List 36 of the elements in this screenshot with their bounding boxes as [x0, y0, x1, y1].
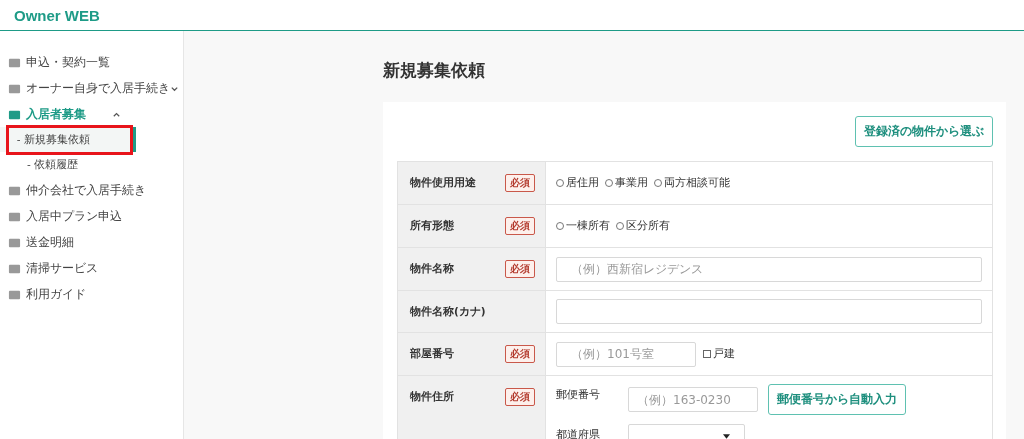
- required-badge: 必須: [505, 217, 535, 235]
- radio-option[interactable]: 居住用: [556, 176, 599, 190]
- sidebar-item[interactable]: 入居中プラン申込: [0, 203, 183, 229]
- sidebar-item[interactable]: 利用ガイド: [0, 281, 183, 307]
- required-badge: 必須: [505, 388, 535, 406]
- sidebar-item[interactable]: オーナー自身で入居手続き: [0, 75, 183, 101]
- sidebar-subitem[interactable]: - 新規募集依頼: [5, 124, 133, 155]
- required-badge: 必須: [505, 345, 535, 363]
- field-label: 所有形態: [410, 218, 454, 233]
- required-badge: 必須: [505, 260, 535, 278]
- autofill-button[interactable]: 郵便番号から自動入力: [768, 384, 906, 415]
- text-field[interactable]: [556, 299, 982, 324]
- text-field[interactable]: （例）西新宿レジデンス: [556, 256, 982, 282]
- field-label: 物件名称(カナ): [410, 304, 486, 319]
- radio-option[interactable]: 両方相談可能: [654, 176, 730, 190]
- sidebar-item[interactable]: 清掃サービス: [0, 255, 183, 281]
- checkbox[interactable]: 戸建: [703, 347, 735, 361]
- sidebar-item[interactable]: 申込・契約一覧: [0, 49, 183, 75]
- field-label: 物件名称: [410, 261, 454, 276]
- dropdown-caret-icon: [723, 434, 730, 439]
- page-title: 新規募集依頼: [383, 59, 486, 82]
- radio-option[interactable]: 事業用: [605, 176, 648, 190]
- field-label: 物件住所: [410, 389, 454, 404]
- sidebar-item[interactable]: 仲介会社で入居手続き: [0, 177, 183, 203]
- address-field-label: 都道府県: [556, 427, 601, 439]
- radio-option[interactable]: 区分所有: [616, 219, 670, 233]
- field-label: 部屋番号: [410, 346, 454, 361]
- sidebar-item[interactable]: 入居者募集: [0, 101, 125, 127]
- sidebar-item[interactable]: 送金明細: [0, 229, 183, 255]
- address-field-label: 郵便番号: [556, 387, 601, 402]
- select-property-button[interactable]: 登録済の物件から選ぶ: [855, 116, 993, 147]
- field-label: 物件使用用途: [410, 175, 476, 190]
- postal-code-field[interactable]: （例）163-0230: [628, 387, 758, 412]
- radio-option[interactable]: 一棟所有: [556, 219, 610, 233]
- room-number-field[interactable]: （例）101号室: [556, 341, 696, 367]
- required-badge: 必須: [505, 174, 535, 192]
